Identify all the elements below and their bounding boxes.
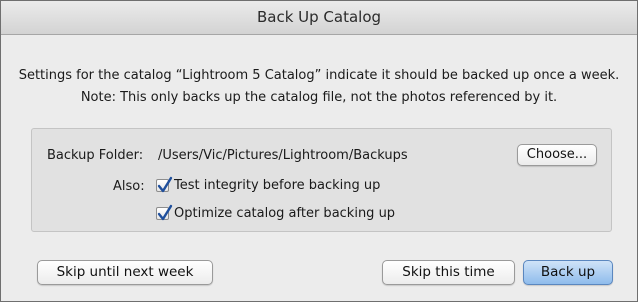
checkmark-icon — [157, 204, 173, 221]
test-integrity-option[interactable]: Test integrity before backing up — [156, 176, 381, 193]
checkmark-icon — [157, 176, 173, 193]
back-up-button[interactable]: Back up — [523, 260, 613, 285]
backup-settings-box: Backup Folder: /Users/Vic/Pictures/Light… — [31, 128, 612, 232]
optimize-catalog-checkbox[interactable] — [156, 204, 173, 221]
skip-until-next-week-button[interactable]: Skip until next week — [37, 260, 213, 285]
choose-folder-button[interactable]: Choose... — [517, 144, 597, 166]
test-integrity-label: Test integrity before backing up — [174, 178, 381, 193]
also-label: Also: — [113, 179, 145, 194]
dialog-message: Settings for the catalog “Lightroom 5 Ca… — [1, 65, 637, 109]
optimize-catalog-label: Optimize catalog after backing up — [174, 206, 396, 221]
dialog-title: Back Up Catalog — [1, 1, 637, 35]
message-line-1: Settings for the catalog “Lightroom 5 Ca… — [18, 68, 620, 83]
skip-this-time-button[interactable]: Skip this time — [382, 260, 515, 285]
backup-folder-label: Backup Folder: — [47, 148, 144, 163]
backup-folder-path: /Users/Vic/Pictures/Lightroom/Backups — [158, 148, 408, 163]
message-line-2: Note: This only backs up the catalog fil… — [80, 90, 558, 105]
optimize-catalog-option[interactable]: Optimize catalog after backing up — [156, 204, 396, 221]
backup-catalog-dialog: Back Up Catalog Settings for the catalog… — [0, 0, 638, 302]
test-integrity-checkbox[interactable] — [156, 176, 173, 193]
